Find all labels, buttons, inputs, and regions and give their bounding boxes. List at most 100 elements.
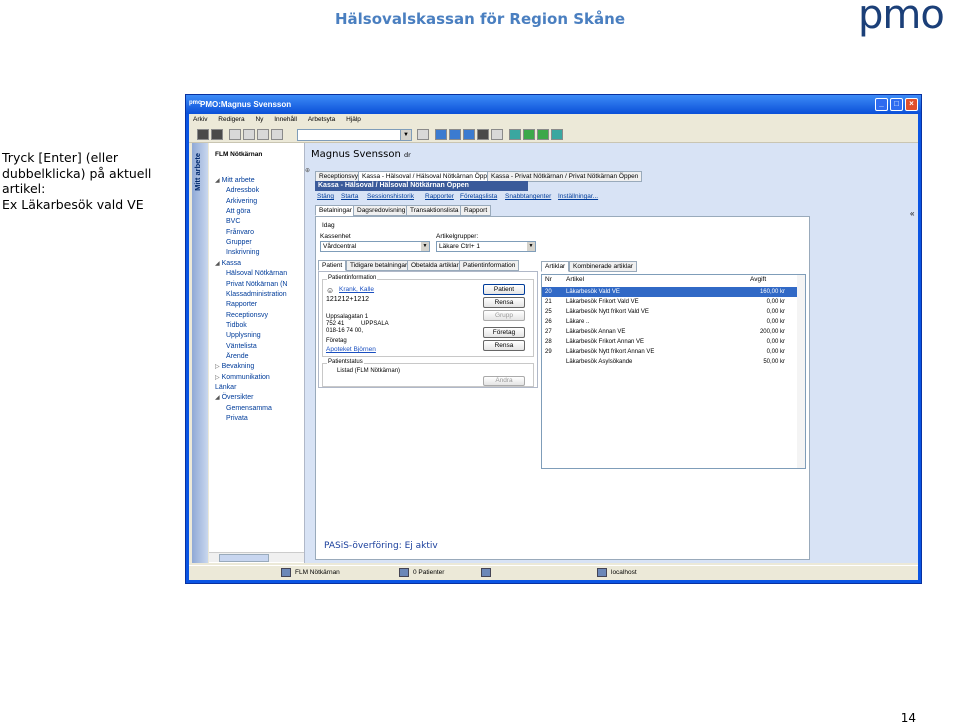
tree-item[interactable]: Privata	[226, 415, 248, 422]
rensa-foretag-button[interactable]: Rensa	[483, 340, 525, 351]
copy-icon[interactable]	[257, 129, 269, 140]
tree-item[interactable]: Upplysning	[226, 332, 261, 339]
artikelgrupper-select[interactable]: Läkare Ctrl+ 1 ▼	[436, 241, 536, 252]
search-dropdown-icon[interactable]: ▼	[400, 129, 412, 141]
tree-item[interactable]: ◢ Översikter	[215, 394, 253, 401]
pin-icon[interactable]: ⊕	[305, 167, 310, 174]
patient-name-link[interactable]: Krank, Kalle	[339, 286, 374, 293]
tree-item[interactable]: Frånvaro	[226, 229, 254, 236]
article-row[interactable]: 27 Läkarbesök Annan VE 200,00 kr	[542, 327, 805, 337]
save-icon[interactable]	[243, 129, 255, 140]
forward-icon[interactable]	[211, 129, 223, 140]
tree-item[interactable]: BVC	[226, 218, 240, 225]
tree-arrow-icon[interactable]: ◢	[215, 178, 220, 184]
tree-item[interactable]: Rapporter	[226, 301, 257, 308]
tree-item[interactable]: Inskrivning	[226, 249, 259, 256]
menu-ny[interactable]: Ny	[255, 116, 263, 123]
refresh-icon[interactable]	[417, 129, 429, 140]
menu-redigera[interactable]: Redigera	[218, 116, 244, 123]
article-row[interactable]: 20 Läkarbesök Vald VE 160,00 kr	[542, 287, 805, 297]
tree-item[interactable]: Gemensamma	[226, 405, 272, 412]
menu-hjalp[interactable]: Hjälp	[346, 116, 361, 123]
sidebar-tab[interactable]: Mitt arbete	[192, 143, 208, 563]
status-link-icon[interactable]	[481, 568, 495, 578]
tree-arrow-icon[interactable]: ◢	[215, 261, 220, 267]
menu-arbetsyta[interactable]: Arbetsyta	[308, 116, 335, 123]
grid-icon[interactable]	[449, 129, 461, 140]
andra-button[interactable]: Ändra	[483, 376, 525, 386]
search-input[interactable]	[297, 129, 403, 141]
tree-item[interactable]: ◢ Kassa	[215, 260, 241, 267]
subnav-stang[interactable]: Stäng	[317, 193, 334, 200]
column-header-nr[interactable]: Nr	[545, 276, 552, 283]
tab-patientinformation[interactable]: Patientinformation	[459, 260, 520, 271]
company-link[interactable]: Apoteket Björnen	[326, 346, 376, 353]
tab-patient[interactable]: Patient	[318, 260, 347, 271]
print-icon[interactable]	[229, 129, 241, 140]
back-icon[interactable]	[197, 129, 209, 140]
tab-artiklar[interactable]: Artiklar	[541, 261, 570, 272]
menu-arkiv[interactable]: Arkiv	[193, 116, 207, 123]
tree-item[interactable]: Arkivering	[226, 198, 257, 205]
tree-item[interactable]: ▷ Kommunikation	[215, 374, 270, 381]
minus-icon[interactable]	[491, 129, 503, 140]
rensa-patient-button[interactable]: Rensa	[483, 297, 525, 308]
article-row[interactable]: 26 Läkare .. 0,00 kr	[542, 317, 805, 327]
subnav-snabbtangenter[interactable]: Snabbtangenter	[505, 193, 551, 200]
article-row[interactable]: 29 Läkarbesök Nytt frikort Annan VE 0,00 k…	[542, 347, 805, 357]
horizontal-scrollbar[interactable]	[209, 552, 304, 562]
tree-item[interactable]: Länkar	[215, 384, 236, 391]
tree-item[interactable]: ▷ Bevakning	[215, 363, 254, 370]
tree-item[interactable]: ◢ Mitt arbete	[215, 177, 255, 184]
article-row[interactable]: 21 Läkarbesök Frikort Vald VE 0,00 kr	[542, 297, 805, 307]
tree-item[interactable]: Hälsoval Nötkärnan	[226, 270, 287, 277]
collapse-chevron-icon[interactable]: «	[910, 209, 914, 218]
tree-arrow-icon[interactable]: ▷	[215, 364, 220, 370]
minimize-button[interactable]: _	[875, 98, 888, 111]
paste-icon[interactable]	[271, 129, 283, 140]
tab-tidigare-betalningar[interactable]: Tidigare betalningar	[346, 260, 412, 271]
tab-dagsredovisning[interactable]: Dagsredovisning	[353, 205, 410, 216]
network-icon[interactable]	[537, 129, 549, 140]
patient-button[interactable]: Patient	[483, 284, 525, 295]
tree-arrow-icon[interactable]: ▷	[215, 375, 220, 381]
tree-item[interactable]: Ärende	[226, 353, 249, 360]
tab-kombinerade-artiklar[interactable]: Kombinerade artiklar	[569, 261, 637, 272]
tab-rapport[interactable]: Rapport	[460, 205, 492, 216]
tree-item[interactable]: Klassadministration	[226, 291, 287, 298]
column-header-avgift[interactable]: Avgift	[750, 276, 766, 283]
calendar-icon[interactable]	[523, 129, 535, 140]
tree-item[interactable]: Receptionsvy	[226, 312, 268, 319]
tree-arrow-icon[interactable]: ◢	[215, 395, 220, 401]
subnav-rapporter[interactable]: Rapporter	[425, 193, 454, 200]
article-row[interactable]: Läkarbesök Asylsökande 50,00 kr	[542, 357, 805, 367]
tree-item[interactable]: Adressbok	[226, 187, 259, 194]
foretag-button[interactable]: Företag	[483, 327, 525, 338]
tree-item[interactable]: Att göra	[226, 208, 251, 215]
panel-icon[interactable]	[477, 129, 489, 140]
close-button[interactable]: ×	[905, 98, 918, 111]
subnav-sessionshistorik[interactable]: Sessionshistorik	[367, 193, 414, 200]
settings-icon[interactable]	[551, 129, 563, 140]
tab-betalningar[interactable]: Betalningar	[315, 205, 356, 216]
article-row[interactable]: 25 Läkarbesök Nytt frikort Vald VE 0,00 kr	[542, 307, 805, 317]
kassaenhet-select[interactable]: Vårdcentral ▼	[320, 241, 430, 252]
mail-icon[interactable]	[509, 129, 521, 140]
grupp-button[interactable]: Grupp	[483, 310, 525, 321]
article-row[interactable]: 28 Läkarbesök Frikort Annan VE 0,00 kr	[542, 337, 805, 347]
subnav-foretagslista[interactable]: Företagslista	[460, 193, 497, 200]
tiles-icon[interactable]	[463, 129, 475, 140]
list-scrollbar[interactable]	[797, 275, 805, 468]
column-header-artikel[interactable]: Artikel	[566, 276, 584, 283]
tree-item[interactable]: Tidbok	[226, 322, 247, 329]
maximize-button[interactable]: □	[890, 98, 903, 111]
tree-item[interactable]: Privat Nötkärnan (N	[226, 281, 287, 288]
tree-item[interactable]: Grupper	[226, 239, 252, 246]
subnav-installningar[interactable]: Inställningar...	[558, 193, 598, 200]
scrollbar-thumb[interactable]	[219, 554, 269, 562]
tab-obetalda-artiklar[interactable]: Obetalda artiklar	[407, 260, 463, 271]
tab-transaktionslista[interactable]: Transaktionslista	[406, 205, 463, 216]
menu-innehall[interactable]: Innehåll	[274, 116, 297, 123]
tree-item[interactable]: Väntelista	[226, 343, 257, 350]
layout-icon[interactable]	[435, 129, 447, 140]
